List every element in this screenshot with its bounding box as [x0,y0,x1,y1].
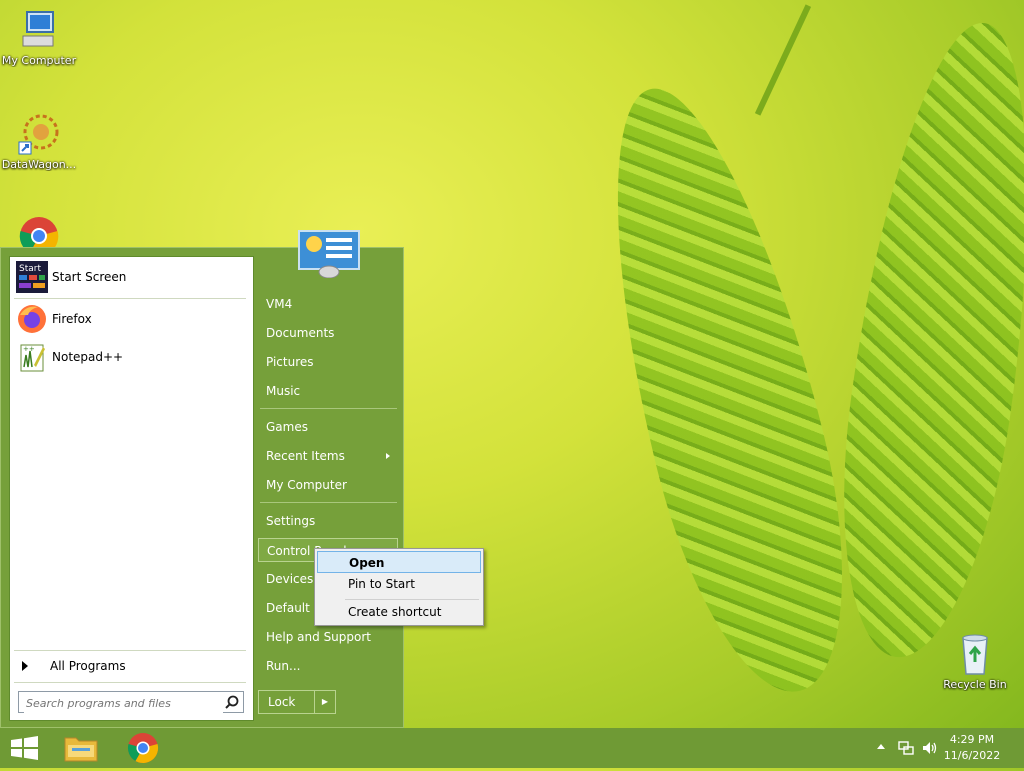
start-right-games[interactable]: Games [258,415,398,439]
all-programs[interactable]: All Programs [16,654,246,678]
start-button[interactable] [0,728,50,768]
svg-text:++: ++ [23,345,35,353]
leaf-left [567,68,883,712]
context-create-shortcut[interactable]: Create shortcut [317,601,481,623]
taskbar: 4:29 PM 11/6/2022 [0,728,1024,768]
lock-options-arrow[interactable]: ▶ [315,691,335,713]
desktop-icon-label: DataWagon... [1,158,77,171]
taskbar-clock[interactable]: 4:29 PM 11/6/2022 [942,732,1002,764]
chrome-icon [127,733,159,764]
start-right-run[interactable]: Run... [258,654,398,678]
folder-icon [64,737,98,762]
taskbar-file-explorer[interactable] [56,728,106,768]
start-right-help-support[interactable]: Help and Support [258,625,398,649]
lock-button[interactable]: Lock ▶ [258,690,336,714]
lock-label: Lock [259,691,315,713]
separator [14,650,246,651]
program-label: Notepad++ [52,350,124,364]
user-picture[interactable] [298,230,360,279]
start-right-vm4[interactable]: VM4 [258,292,398,316]
start-right-settings[interactable]: Settings [258,509,398,533]
clock-time: 4:29 PM [949,733,995,746]
program-label: Firefox [52,312,92,326]
start-right-music[interactable]: Music [258,379,398,403]
separator [14,682,246,683]
notepadpp-icon: ++ [16,341,48,373]
svg-text:Start: Start [19,264,41,274]
all-programs-label: All Programs [50,659,126,673]
desktop-icon-recycle-bin[interactable]: Recycle Bin [936,632,1014,691]
clock-date: 11/6/2022 [943,749,1001,762]
program-firefox[interactable]: Firefox [16,302,246,336]
search-input[interactable] [24,693,223,713]
separator [260,502,397,503]
start-right-recent-items[interactable]: Recent Items [258,444,398,468]
tray-expand-icon[interactable] [877,744,885,749]
context-pin-to-start[interactable]: Pin to Start [317,573,481,595]
search-box[interactable] [18,691,244,713]
start-screen-icon: Start [16,261,48,293]
leaf-stem [754,4,812,116]
taskbar-chrome[interactable] [118,728,168,768]
recent-items-label: Recent Items [266,449,345,463]
datawagon-icon [17,112,61,156]
desktop-icon-label: My Computer [1,54,77,67]
volume-icon[interactable] [921,740,939,756]
separator [260,408,397,409]
computer-icon [17,8,61,52]
control-panel-picture-icon [298,230,360,279]
separator [345,599,479,600]
desktop-icon-my-computer[interactable]: My Computer [0,8,78,67]
program-notepadpp[interactable]: ++ Notepad++ [16,340,246,374]
program-label: Start Screen [52,270,127,284]
context-menu: Open Pin to Start Create shortcut [314,548,484,626]
triangle-right-icon [22,661,28,671]
desktop-icon-datawagon[interactable]: DataWagon... [0,112,78,171]
context-open[interactable]: Open [317,551,481,573]
start-menu-left-pane: Start Start Screen Firefox ++ Notepad++ … [9,256,254,721]
start-right-pictures[interactable]: Pictures [258,350,398,374]
desktop-icon-label: Recycle Bin [943,678,1007,691]
network-icon[interactable] [898,740,914,756]
firefox-icon [16,303,48,335]
windows-logo-icon [11,736,38,760]
leaf-right [816,11,1024,669]
search-icon[interactable] [225,695,239,709]
start-right-my-computer[interactable]: My Computer [258,473,398,497]
recycle-bin-icon [953,632,997,676]
start-right-documents[interactable]: Documents [258,321,398,345]
chevron-right-icon [386,453,390,459]
separator [14,298,246,299]
program-start-screen[interactable]: Start Start Screen [16,260,246,294]
